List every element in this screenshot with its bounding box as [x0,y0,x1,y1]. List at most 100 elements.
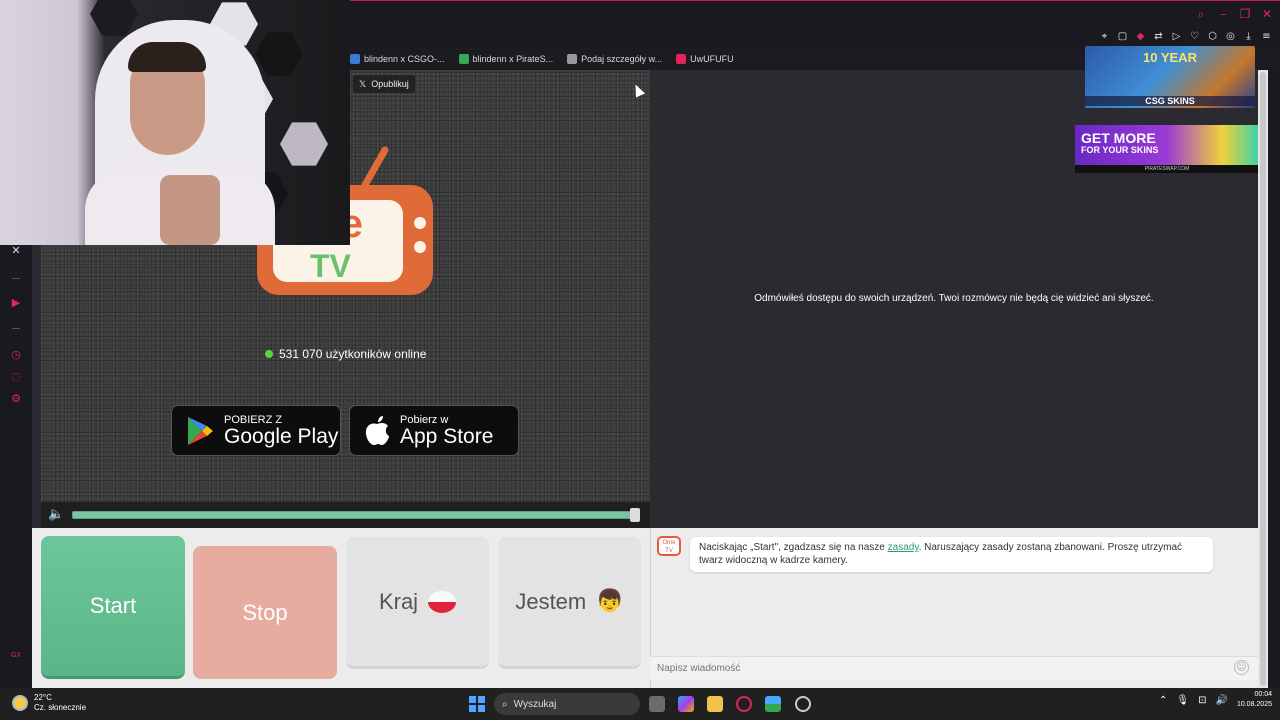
bookmark-item[interactable]: blindenn x CSGO-... [350,54,445,64]
apple-icon [365,415,389,445]
ad2-footer: PIRATESWAP.COM [1075,165,1259,173]
extensions-icon[interactable]: ⬡ [1207,31,1218,42]
pirateswap-ad[interactable]: GET MORE FOR YOUR SKINS PIRATESWAP.COM [1075,125,1259,173]
bookmark-favicon [567,54,578,64]
browser-toolbar: ⌖ ▢ ◆ ⇄ ▷ ♡ ⬡ ◎ ⤓ ≡ [1099,31,1272,42]
taskbar [0,688,1280,720]
gender-label: Jestem [515,588,587,614]
settings-icon[interactable]: ⚙ [10,393,22,405]
chevron-up-icon[interactable]: ⌃ [1159,695,1167,706]
google-play-text: POBIERZ Z Google Play [224,414,338,448]
page-scrollbar[interactable] [1258,70,1268,688]
person-chest [160,175,220,245]
bookmark-label: blindenn x CSGO-... [364,54,445,64]
pin-icon[interactable]: ⌖ [1099,31,1110,42]
x-icon[interactable]: ✕ [10,245,22,257]
account-icon[interactable]: ◎ [1225,31,1236,42]
tv-knob [414,241,426,253]
person-hair [128,42,206,72]
obs-icon[interactable] [795,696,811,712]
search-icon[interactable]: ⌕ [1194,7,1208,21]
play-icon[interactable]: ▷ [1171,31,1182,42]
menu-icon[interactable]: ≡ [1261,31,1272,42]
restore-icon[interactable]: ❐ [1238,7,1252,21]
permission-denied-message: Odmówiłeś dostępu do swoich urządzeń. Tw… [754,293,1154,304]
volume-icon[interactable]: 🔊 [1216,695,1228,706]
publish-label: Opublikuj [371,79,409,89]
minimize-icon[interactable]: – [1216,7,1230,21]
app-store-text: Pobierz w App Store [400,414,493,448]
start-button[interactable]: Start [41,536,185,679]
weather-condition: Cz. słonecznie [34,703,87,712]
messenger-icon[interactable]: ◌ [10,371,22,383]
ad2-line1: GET MORE [1081,130,1156,146]
windows-start-icon[interactable] [469,696,485,712]
task-view-icon[interactable] [649,696,665,712]
bookmark-favicon [676,54,687,64]
speaker-icon[interactable]: 🔈 [48,508,66,522]
microsoft-store-icon[interactable] [765,696,781,712]
bookmark-label: Podaj szczegóły w... [581,54,663,64]
weather-text: 22°C Cz. słonecznie [34,693,86,713]
player-icon[interactable]: ▶ [10,297,22,309]
close-icon[interactable]: ✕ [1260,7,1274,21]
app-store-big: App Store [400,424,494,448]
emoji-icon[interactable]: ☺ [1234,660,1249,675]
gx-label[interactable]: GX [10,650,22,662]
system-tray: ⌃ 🎙 ⊡ 🔊 00:04 10.08.2025 [1159,690,1272,710]
google-play-icon [188,416,213,445]
heart-icon[interactable]: ♡ [1189,31,1200,42]
notice-text-before: Naciskając „Start", zgadzasz się na nasz… [699,542,888,553]
download-icon[interactable]: ⤓ [1243,31,1254,42]
bookmark-label: blindenn x PirateS... [472,54,554,64]
message-input[interactable] [657,660,1217,676]
country-button[interactable]: Kraj [346,537,489,669]
snapshot-icon[interactable]: ▢ [1117,31,1128,42]
wall-panel [280,122,328,166]
copilot-icon[interactable] [678,696,694,712]
tv-knob [414,217,426,229]
translate-icon[interactable]: ⇄ [1153,31,1164,42]
screen: ⌕ – ❐ ✕ ⌖ ▢ ◆ ⇄ ▷ ♡ ⬡ ◎ ⤓ ≡ blindenn x C… [0,0,1280,720]
pocket-icon[interactable]: ◆ [1135,31,1146,42]
csgo-skins-ad[interactable]: 10 YEAR CSG SKINS [1085,46,1255,108]
bookmarks-bar: blindenn x CSGO-... blindenn x PirateS..… [350,48,734,70]
ometv-chat-logo: Ome TV [657,536,681,556]
x-icon: 𝕏 [359,78,367,89]
file-explorer-icon[interactable] [707,696,723,712]
google-play-button[interactable]: POBIERZ Z Google Play [171,405,341,456]
scrollbar-thumb[interactable] [1260,72,1266,686]
rules-link[interactable]: zasady [888,542,919,553]
opera-gx-icon[interactable] [736,696,752,712]
clock[interactable]: 00:04 10.08.2025 [1237,690,1272,710]
volume-slider[interactable] [72,511,637,519]
online-dot-icon [265,350,273,358]
rules-notice: Naciskając „Start", zgadzasz się na nasz… [690,537,1213,572]
weather-widget[interactable]: 22°C Cz. słonecznie [12,693,86,713]
wall-panel [255,32,303,76]
publish-button[interactable]: 𝕏 Opublikuj [353,75,415,93]
google-play-small: POBIERZ Z [224,413,283,426]
network-icon[interactable]: ⊡ [1198,695,1206,706]
bookmark-item[interactable]: blindenn x PirateS... [458,54,554,64]
search-icon: ⌕ [502,698,508,710]
ad1-brand: CSG SKINS [1085,96,1255,106]
bookmark-favicon [458,54,469,64]
history-icon[interactable]: ◷ [10,349,22,361]
app-store-button[interactable]: Pobierz w App Store [349,405,519,456]
weather-icon [12,695,28,711]
volume-slider-handle[interactable] [630,508,640,522]
gender-button[interactable]: Jestem 👦 [498,537,641,669]
online-counter: 531 070 użytkoników online [265,347,426,361]
bookmark-item[interactable]: UwUFUFU [676,54,734,64]
antenna [361,146,389,189]
bookmark-item[interactable]: Podaj szczegóły w... [567,54,662,64]
microphone-icon[interactable]: 🎙 [1176,695,1189,706]
country-label: Kraj [378,588,419,614]
google-play-big: Google Play [224,424,339,448]
taskbar-search[interactable]: ⌕ Wyszukaj [494,693,640,715]
window-controls: ⌕ – ❐ ✕ [1194,7,1274,21]
stop-button[interactable]: Stop [193,546,337,679]
sidebar-divider [12,278,20,279]
boy-icon: 👦 [596,589,624,614]
